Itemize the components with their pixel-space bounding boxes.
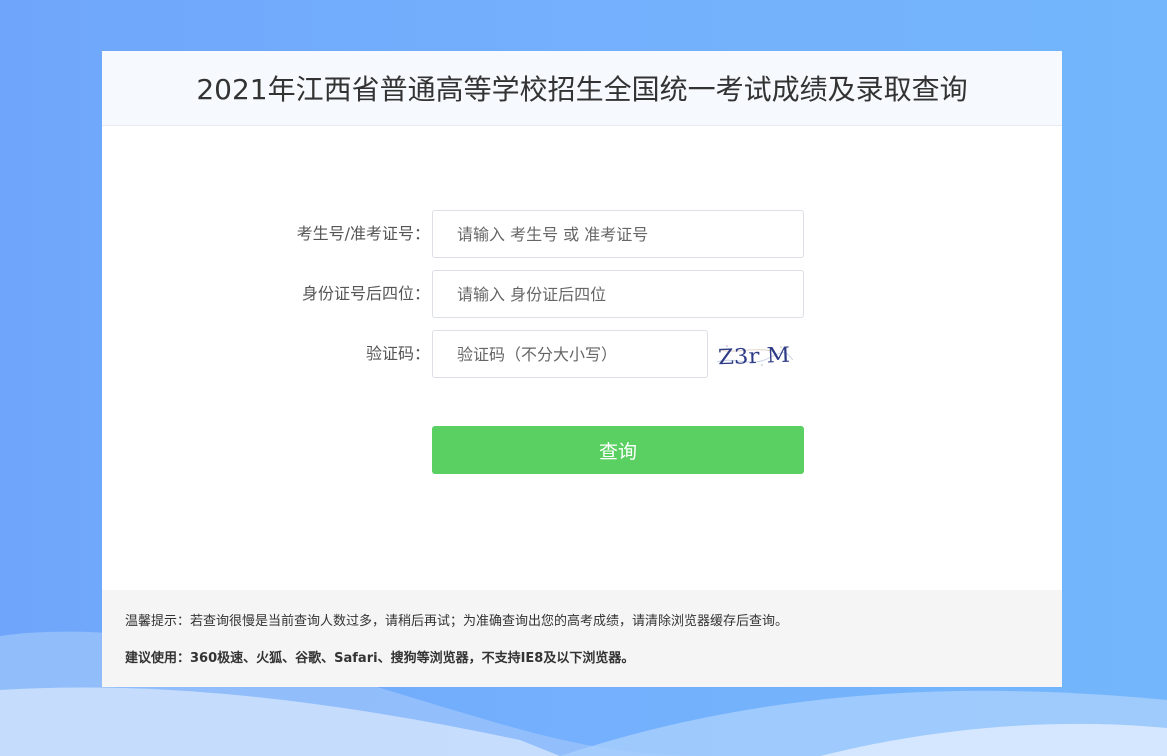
exam-id-field[interactable]: [432, 210, 804, 258]
captcha-image[interactable]: Z3r M: [715, 338, 793, 372]
card-header: 2021年江西省普通高等学校招生全国统一考试成绩及录取查询: [102, 51, 1062, 126]
exam-id-label: 考生号/准考证号：: [296, 224, 430, 243]
id-last4-label: 身份证号后四位：: [301, 284, 430, 303]
page-title: 2021年江西省普通高等学校招生全国统一考试成绩及录取查询: [196, 73, 968, 106]
captcha-input[interactable]: [433, 331, 707, 377]
exam-id-input[interactable]: [433, 211, 803, 257]
captcha-label: 验证码：: [365, 344, 430, 363]
notice-text: 温馨提示：若查询很慢是当前查询人数过多，请稍后再试；为准确查询出您的高考成绩，请…: [125, 614, 789, 629]
exam-id-row: 考生号/准考证号：: [102, 210, 1062, 258]
id-last4-row: 身份证号后四位：: [102, 270, 1062, 318]
browser-advice-text: 建议使用：360极速、火狐、谷歌、Safari、搜狗等浏览器，不支持IE8及以下…: [125, 651, 635, 666]
captcha-field[interactable]: [432, 330, 708, 378]
id-last4-field[interactable]: [432, 270, 804, 318]
query-button[interactable]: 查询: [432, 426, 804, 474]
query-card: 2021年江西省普通高等学校招生全国统一考试成绩及录取查询 考生号/准考证号： …: [102, 51, 1062, 687]
captcha-row: 验证码： Z3r M: [102, 330, 1062, 378]
card-footer: 温馨提示：若查询很慢是当前查询人数过多，请稍后再试；为准确查询出您的高考成绩，请…: [102, 590, 1062, 687]
captcha-text: Z3r M: [718, 343, 791, 369]
id-last4-input[interactable]: [433, 271, 803, 317]
